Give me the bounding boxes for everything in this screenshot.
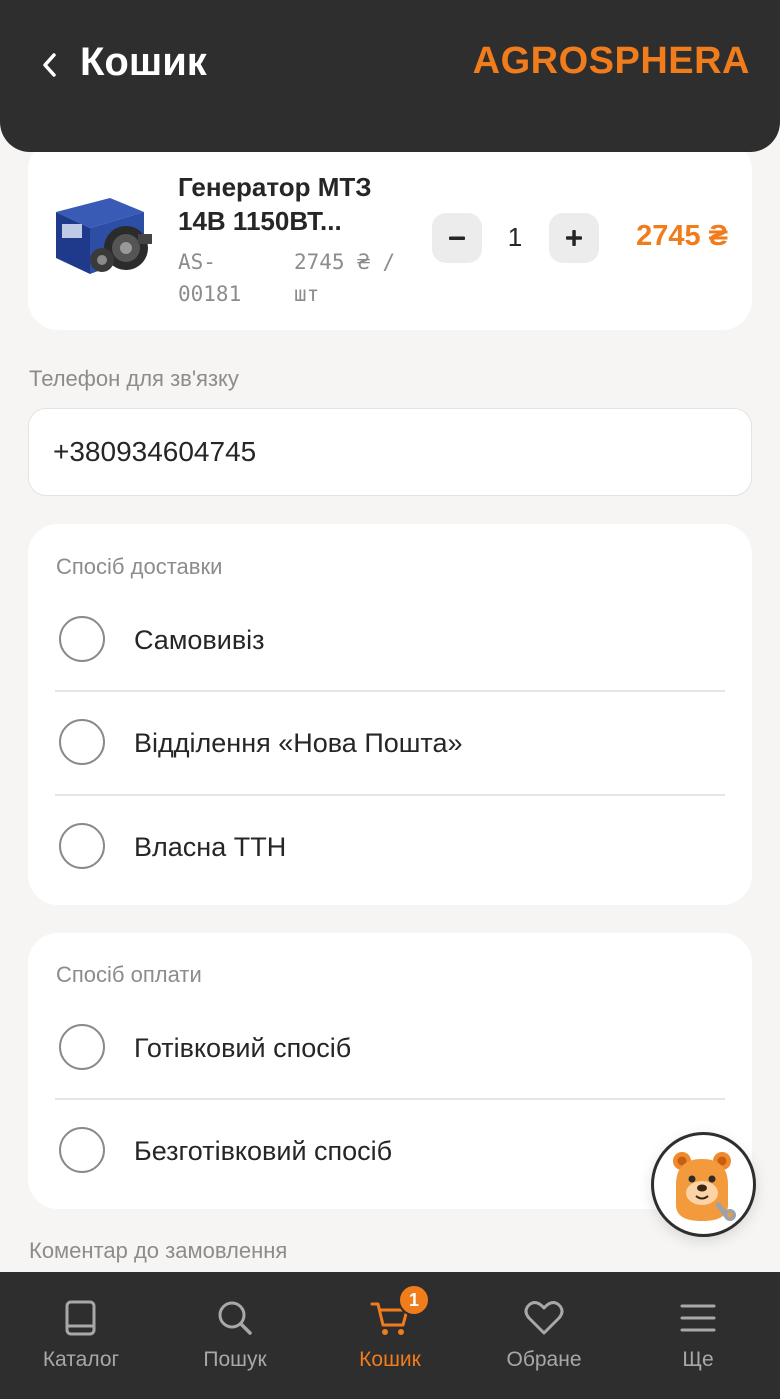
payment-option-cashless[interactable]: Безготівковий спосіб bbox=[28, 1099, 752, 1203]
nav-label: Пошук bbox=[203, 1348, 267, 1371]
radio-button[interactable] bbox=[59, 719, 105, 765]
product-image bbox=[48, 194, 158, 284]
unit-price: 2745 ₴ / шт bbox=[294, 246, 404, 310]
menu-icon bbox=[678, 1298, 718, 1338]
nav-search[interactable]: Пошук bbox=[157, 1272, 313, 1399]
increase-quantity-button[interactable] bbox=[549, 213, 599, 263]
cart-count-badge: 1 bbox=[398, 1284, 430, 1316]
product-sku-line-1: AS- bbox=[178, 250, 216, 274]
payment-option-cash[interactable]: Готівковий спосіб bbox=[28, 996, 752, 1100]
comment-label: Коментар до замовлення bbox=[29, 1238, 288, 1263]
phone-input[interactable] bbox=[28, 408, 752, 496]
minus-icon bbox=[449, 236, 465, 240]
search-icon bbox=[215, 1298, 255, 1338]
page-title: Кошик bbox=[80, 40, 207, 84]
brand-logo: AGROSPHERA bbox=[472, 40, 750, 82]
payment-title: Спосіб оплати bbox=[56, 962, 202, 987]
radio-button[interactable] bbox=[59, 1127, 105, 1173]
nav-more[interactable]: Ще bbox=[620, 1272, 776, 1399]
option-label: Відділення «Нова Пошта» bbox=[134, 728, 463, 758]
phone-label: Телефон для зв'язку bbox=[29, 366, 239, 391]
nav-cart[interactable]: Кошик bbox=[312, 1272, 468, 1399]
bear-mascot-icon bbox=[672, 1151, 736, 1221]
decrease-quantity-button[interactable] bbox=[432, 213, 482, 263]
radio-button[interactable] bbox=[59, 1024, 105, 1070]
product-sku: AS- 00181 bbox=[178, 246, 268, 310]
product-name-line-2: 14В 1150ВТ... bbox=[178, 206, 342, 236]
delivery-option-pickup[interactable]: Самовивіз bbox=[28, 588, 752, 692]
delivery-title: Спосіб доставки bbox=[56, 554, 223, 579]
product-name-line-1: Генератор МТЗ bbox=[178, 172, 372, 202]
nav-catalog[interactable]: Каталог bbox=[3, 1272, 159, 1399]
bottom-navigation: Каталог Пошук Кошик Обране Ще bbox=[0, 1272, 780, 1399]
line-total-price: 2745 ₴ bbox=[636, 220, 728, 252]
option-label: Самовивіз bbox=[134, 625, 265, 655]
delivery-option-own-ttn[interactable]: Власна ТТН bbox=[28, 795, 752, 899]
quantity-value: 1 bbox=[507, 222, 523, 252]
product-sku-line-2: 00181 bbox=[178, 282, 242, 306]
nav-label: Обране bbox=[506, 1348, 582, 1371]
nav-favorites[interactable]: Обране bbox=[466, 1272, 622, 1399]
nav-label: Каталог bbox=[42, 1348, 120, 1371]
radio-button[interactable] bbox=[59, 823, 105, 869]
option-label: Безготівковий спосіб bbox=[134, 1136, 393, 1166]
chevron-left-icon bbox=[43, 53, 56, 77]
book-icon bbox=[61, 1298, 101, 1338]
radio-button[interactable] bbox=[59, 616, 105, 662]
heart-icon bbox=[524, 1298, 564, 1338]
unit-price-line-2: шт bbox=[294, 282, 320, 306]
delivery-method-card: Спосіб доставки Самовивіз Відділення «Но… bbox=[28, 524, 752, 905]
support-mascot-button[interactable] bbox=[651, 1132, 756, 1237]
option-label: Власна ТТН bbox=[134, 832, 287, 862]
nav-label: Кошик bbox=[359, 1348, 421, 1371]
app-header: Кошик AGROSPHERA bbox=[0, 0, 780, 152]
nav-label: Ще bbox=[682, 1348, 714, 1371]
product-name[interactable]: Генератор МТЗ 14В 1150ВТ... bbox=[178, 170, 418, 238]
payment-method-card: Спосіб оплати Готівковий спосіб Безготів… bbox=[28, 933, 752, 1209]
unit-price-line-1: 2745 ₴ / bbox=[294, 250, 396, 274]
delivery-option-nova-poshta[interactable]: Відділення «Нова Пошта» bbox=[28, 691, 752, 795]
plus-icon bbox=[566, 230, 582, 246]
back-button[interactable] bbox=[32, 48, 66, 82]
option-label: Готівковий спосіб bbox=[134, 1033, 352, 1063]
